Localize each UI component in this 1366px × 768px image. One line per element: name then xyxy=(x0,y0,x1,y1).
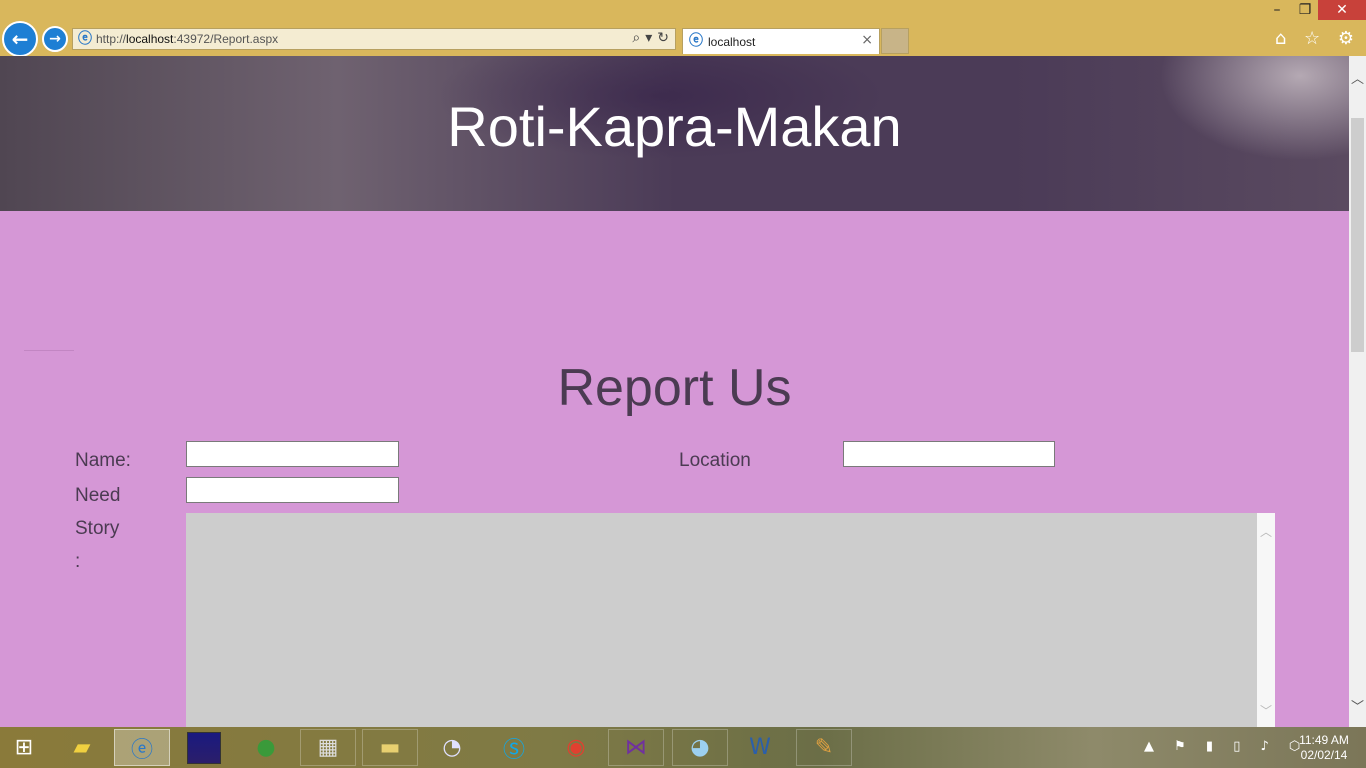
restore-button[interactable]: ❐ xyxy=(1290,0,1320,20)
url-text[interactable]: http://localhost:43972/Report.aspx xyxy=(96,32,278,46)
scrollbar-thumb[interactable] xyxy=(1351,118,1364,352)
page-title: Report Us xyxy=(557,359,792,417)
close-tab-icon[interactable]: × xyxy=(861,32,873,48)
page-scrollbar[interactable]: ︿ ﹀ xyxy=(1349,56,1366,727)
system-tray-icons[interactable]: ▲ ⚑ ▮ ▯ ♪ ⬡ xyxy=(1144,739,1308,754)
browser-chrome: ← → ⓔ http://localhost:43972/Report.aspx… xyxy=(0,0,1366,57)
back-button[interactable]: ← xyxy=(2,21,38,57)
scroll-up-icon[interactable]: ︿ xyxy=(1260,523,1272,540)
site-title: Roti-Kapra-Makan xyxy=(447,95,902,158)
divider xyxy=(24,350,74,351)
story-scrollbar[interactable]: ︿ ﹀ xyxy=(1257,513,1275,727)
need-input[interactable] xyxy=(186,477,399,503)
story-textarea[interactable]: ︿ ﹀ xyxy=(186,513,1275,727)
firewall-icon[interactable]: ▦ xyxy=(300,729,356,766)
file-explorer-icon[interactable]: ▬ xyxy=(362,729,418,766)
clock[interactable]: 11:49 AM 02/02/14 xyxy=(1296,733,1352,763)
story-label: Story xyxy=(75,518,120,539)
refresh-icon[interactable]: ↻ xyxy=(657,30,669,46)
location-input[interactable] xyxy=(843,441,1055,467)
clock-date: 02/02/14 xyxy=(1300,748,1348,762)
visual-studio-icon[interactable]: ⋈ xyxy=(608,729,664,766)
ie-page-icon: ⓔ xyxy=(78,31,92,47)
search-icon[interactable]: ⌕ xyxy=(632,30,640,46)
explorer-files-icon[interactable]: ▰ xyxy=(54,729,110,766)
skype-icon[interactable]: Ⓢ xyxy=(486,729,542,766)
need-label: Need xyxy=(75,485,121,506)
close-window-button[interactable]: ✕ xyxy=(1318,0,1366,20)
clock-time: 11:49 AM xyxy=(1299,733,1349,747)
location-label: Location xyxy=(679,450,751,471)
word-icon[interactable]: W xyxy=(732,729,788,766)
name-input[interactable] xyxy=(186,441,399,467)
paint-icon[interactable]: ✎ xyxy=(796,729,852,766)
site-header: Roti-Kapra-Makan xyxy=(0,56,1349,211)
home-favorites-settings-icons[interactable]: ⌂ ☆ ⚙ xyxy=(1275,28,1360,49)
back-arrow-icon: ← xyxy=(11,27,29,51)
ie-tab-icon: ⓔ xyxy=(689,33,703,49)
forward-arrow-icon: → xyxy=(49,31,61,47)
scroll-down-icon[interactable]: ﹀ xyxy=(1351,696,1364,715)
tab-label: localhost xyxy=(708,35,756,49)
story-label-colon: : xyxy=(75,551,81,572)
forward-button[interactable]: → xyxy=(42,26,68,52)
taskbar: ⊞ ▰ ⓔ ● ▦ ▬ ◔ Ⓢ ◉ ⋈ ◕ W ✎ ▲ ⚑ ▮ ▯ ♪ ⬡ 11… xyxy=(0,727,1366,768)
name-label: Name: xyxy=(75,450,131,471)
tab-localhost[interactable]: ⓔ localhost × xyxy=(682,28,880,54)
address-bar[interactable]: ⓔ http://localhost:43972/Report.aspx ⌕ ▾ ↻ xyxy=(72,28,676,50)
new-tab-button[interactable] xyxy=(881,28,909,54)
internet-explorer-icon[interactable]: ⓔ xyxy=(114,729,170,766)
download-manager-icon[interactable]: ● xyxy=(238,729,294,766)
dropdown-icon[interactable]: ▾ xyxy=(645,30,652,46)
cat-app-icon[interactable]: ◕ xyxy=(672,729,728,766)
chrome-icon[interactable]: ◉ xyxy=(548,729,604,766)
page-viewport: Roti-Kapra-Makan Report Us Name: Locatio… xyxy=(0,56,1349,727)
torrent-icon[interactable]: ◔ xyxy=(424,729,480,766)
scroll-up-icon[interactable]: ︿ xyxy=(1351,68,1364,87)
minimize-button[interactable]: – xyxy=(1262,0,1292,20)
windows-start-icon[interactable]: ⊞ xyxy=(0,729,48,766)
media-player-icon[interactable] xyxy=(176,729,232,766)
scroll-down-icon[interactable]: ﹀ xyxy=(1260,702,1272,719)
